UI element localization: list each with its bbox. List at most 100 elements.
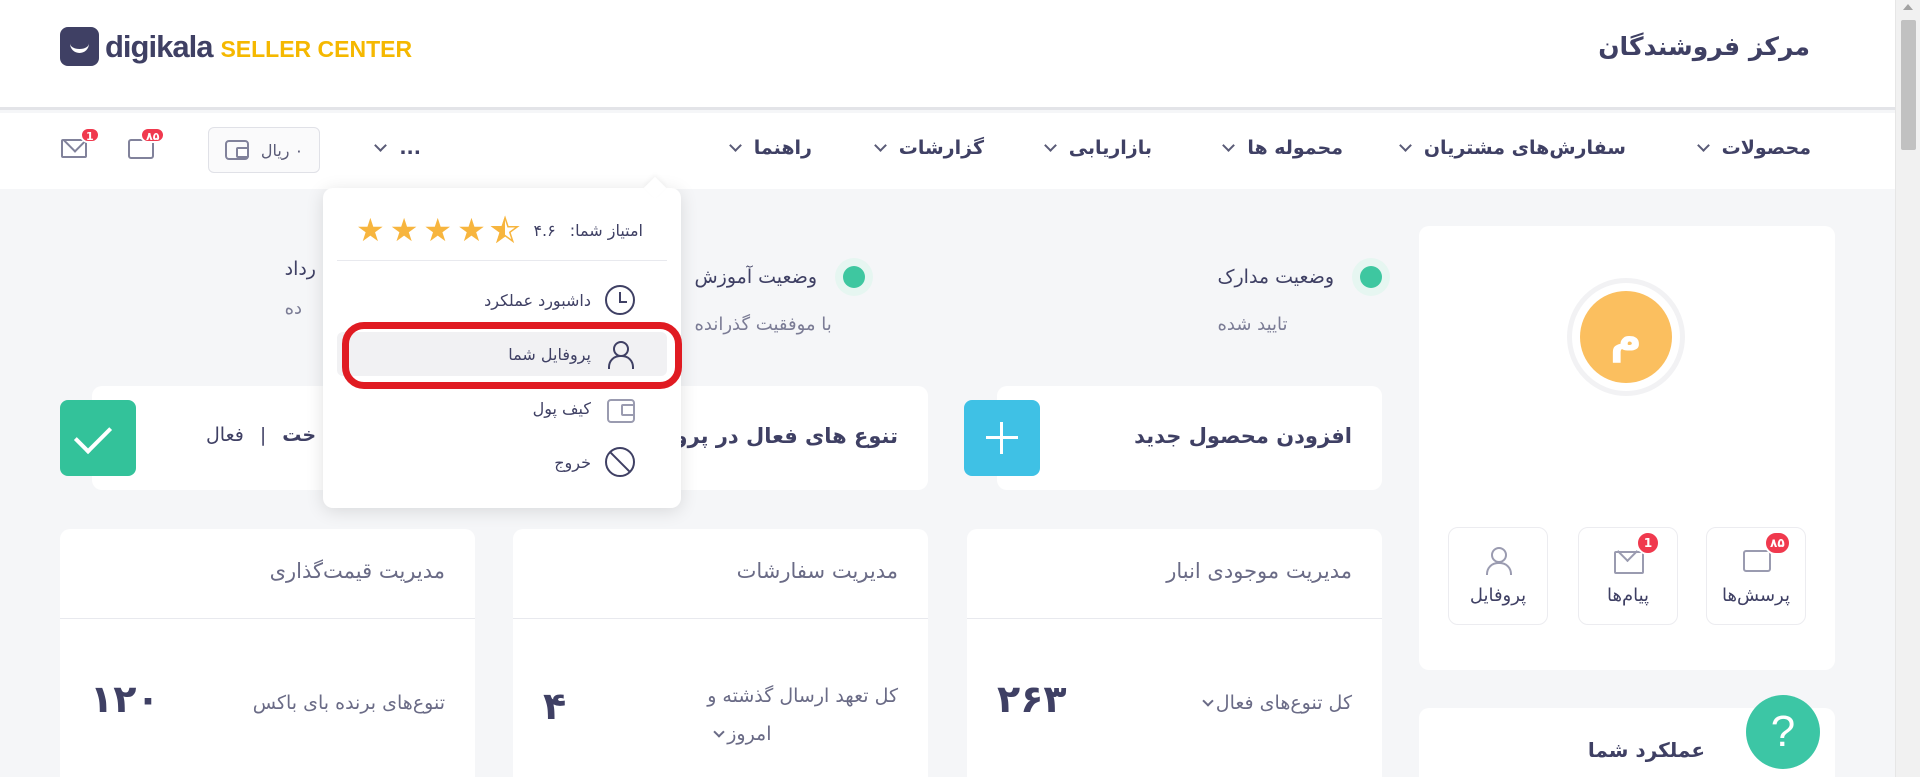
nav-user-menu[interactable]: ... <box>374 137 421 159</box>
chevron-down-icon <box>1696 139 1710 152</box>
documents-status-title: وضعیت مدارک <box>1217 266 1334 288</box>
nav-products-label: محصولات <box>1721 137 1811 159</box>
star-icon: ★ <box>389 211 419 249</box>
top-header: digikala SELLER CENTER مرکز فروشندگان <box>0 0 1895 110</box>
menu-item-dashboard-label: داشبورد عملکرد <box>484 290 591 310</box>
add-product-card[interactable]: افزودن محصول جدید <box>997 386 1382 490</box>
pricing-management-card: مدیریت قیمت‌گذاری تنوع‌های برنده بای باک… <box>60 529 475 777</box>
messages-tile-label: پیام‌ها <box>1606 584 1650 606</box>
orders-commitment-label[interactable]: کل تعهد ارسال گذشته و امروز <box>707 677 898 753</box>
scroll-up-arrow-icon[interactable] <box>1903 4 1913 10</box>
digikala-logo[interactable]: digikala SELLER CENTER <box>60 27 412 66</box>
orders-commitment-line2: امروز <box>727 723 772 745</box>
clock-icon <box>605 285 635 315</box>
orders-commitment-value: ۴ <box>543 684 567 728</box>
nav-shipments-label: محموله ها <box>1247 137 1343 159</box>
nav-shipments[interactable]: محموله ها <box>1222 137 1343 159</box>
nav-customer-orders[interactable]: سفارش‌های مشتریان <box>1398 137 1626 159</box>
status-check-dot <box>835 258 873 296</box>
rating-label: امتیاز شما: <box>569 220 643 240</box>
avatar[interactable]: م <box>1567 278 1685 396</box>
logout-icon <box>605 447 635 477</box>
plus-icon[interactable] <box>964 400 1040 476</box>
wallet-icon <box>605 393 635 423</box>
performance-title: عملکرد شما <box>1587 738 1705 762</box>
chevron-down-icon <box>1202 695 1214 707</box>
messages-badge: 1 <box>80 127 100 143</box>
questions-badge: ۸۵ <box>140 127 166 143</box>
messages-tile-badge: 1 <box>1636 531 1660 555</box>
nav-user-menu-label: ... <box>399 137 421 159</box>
payment-title: خت <box>282 424 317 446</box>
half-star-icon: ★ <box>490 211 520 249</box>
rating-value: ۴.۶ <box>533 220 556 240</box>
chevron-down-icon <box>1043 139 1057 152</box>
nav-reports[interactable]: گزارشات <box>873 137 984 159</box>
documents-status: وضعیت مدارک تایید شده <box>1217 258 1390 335</box>
chevron-down-icon <box>873 139 887 152</box>
nav-reports-label: گزارشات <box>898 137 984 159</box>
contract-status-subtitle: ده <box>284 298 303 319</box>
page-title: مرکز فروشندگان <box>1598 32 1810 61</box>
orders-commitment-line1: کل تعهد ارسال گذشته و <box>707 685 898 707</box>
vertical-scrollbar[interactable] <box>1895 0 1920 777</box>
divider <box>337 260 667 261</box>
help-button[interactable]: ? <box>1746 695 1820 769</box>
chevron-down-icon <box>1222 139 1236 152</box>
training-status-title: وضعیت آموزش <box>694 266 817 288</box>
wallet-balance: ۰ ریال <box>260 140 304 160</box>
contract-status-title: رداد <box>284 258 316 280</box>
rating-stars: ★ ★ ★ ★ ★ <box>356 211 520 249</box>
digikala-logo-icon <box>60 27 99 66</box>
logo-word: digikala <box>105 28 213 64</box>
orders-management-card: مدیریت سفارشات کل تعهد ارسال گذشته و امر… <box>513 529 928 777</box>
active-variants-title: تنوع های فعال در پرو <box>674 424 898 448</box>
check-icon <box>60 400 136 476</box>
inventory-variants-text: کل تنوع‌های فعال <box>1215 692 1352 714</box>
wallet-icon <box>224 140 249 160</box>
nav-customer-orders-label: سفارش‌های مشتریان <box>1423 137 1626 159</box>
chevron-down-icon <box>374 139 388 152</box>
messages-button[interactable]: 1 <box>58 127 100 167</box>
questions-tile[interactable]: پرسش‌ها ۸۵ <box>1706 527 1806 625</box>
menu-item-logout[interactable]: خروج <box>337 440 667 484</box>
questions-tile-label: پرسش‌ها <box>1722 584 1790 606</box>
logo-sub: SELLER CENTER <box>220 36 413 62</box>
questions-button[interactable]: ۸۵ <box>126 127 166 167</box>
star-icon: ★ <box>457 211 486 249</box>
inventory-variants-value: ۲۶۳ <box>997 677 1067 721</box>
pricing-management-title: مدیریت قیمت‌گذاری <box>269 559 445 583</box>
orders-management-title: مدیریت سفارشات <box>736 559 898 583</box>
nav-guide-label: راهنما <box>753 137 812 159</box>
training-status-subtitle: با موفقیت گذرانده <box>694 314 832 335</box>
nav-marketing-label: بازاریابی <box>1068 137 1152 159</box>
inventory-management-card: مدیریت موجودی انبار کل تنوع‌های فعال ۲۶۳ <box>967 529 1382 777</box>
avatar-letter: م <box>1580 291 1672 383</box>
menu-item-dashboard[interactable]: داشبورد عملکرد <box>337 278 667 322</box>
nav-guide[interactable]: راهنما <box>728 137 812 159</box>
chevron-down-icon <box>1398 139 1412 152</box>
contract-status: رداد ده <box>285 258 316 319</box>
payment-separator: | <box>259 424 267 446</box>
nav-marketing[interactable]: بازاریابی <box>1043 137 1152 159</box>
scroll-thumb[interactable] <box>1901 20 1916 150</box>
star-icon: ★ <box>423 211 453 249</box>
training-status: وضعیت آموزش با موفقیت گذرانده <box>694 258 873 335</box>
menu-item-wallet-label: کیف پول <box>532 398 591 418</box>
wallet-balance-button[interactable]: ۰ ریال <box>208 127 320 173</box>
profile-tile[interactable]: پروفایل <box>1448 527 1548 625</box>
documents-status-subtitle: تایید شده <box>1217 314 1288 335</box>
highlight-annotation <box>342 322 682 389</box>
messages-tile[interactable]: پیام‌ها 1 <box>1578 527 1678 625</box>
add-product-title: افزودن محصول جدید <box>1134 424 1352 448</box>
chevron-down-icon <box>728 139 742 152</box>
nav-products[interactable]: محصولات <box>1696 137 1811 159</box>
menu-item-wallet[interactable]: کیف پول <box>337 386 667 430</box>
inventory-variants-label[interactable]: کل تنوع‌های فعال <box>1196 684 1352 722</box>
profile-tile-label: پروفایل <box>1469 584 1527 606</box>
main-navbar: محصولات سفارش‌های مشتریان محموله ها بازا… <box>0 113 1895 189</box>
rating: امتیاز شما: ۴.۶ ★ ★ ★ ★ ★ <box>356 211 643 249</box>
inventory-management-title: مدیریت موجودی انبار <box>1166 559 1352 583</box>
buybox-winners-value: ۱۲۰ <box>90 677 160 721</box>
star-icon: ★ <box>356 211 385 249</box>
